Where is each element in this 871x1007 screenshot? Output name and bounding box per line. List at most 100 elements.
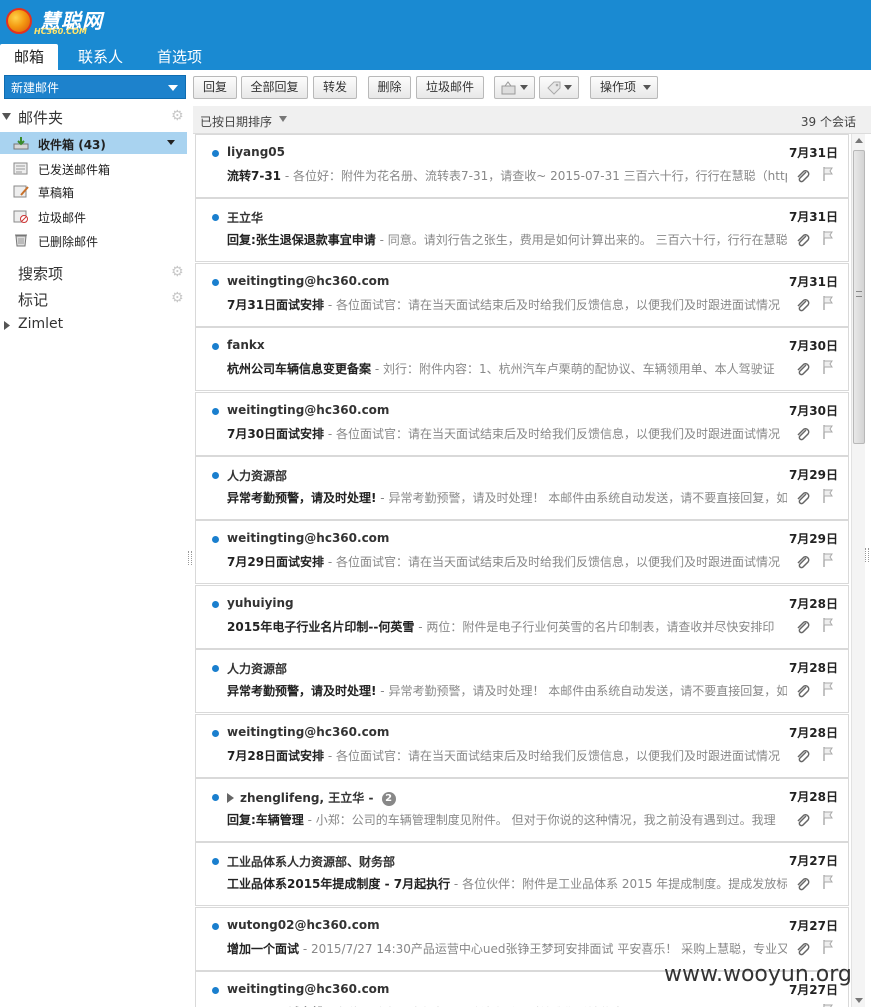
message-row[interactable]: weitingting@hc360.com 7月28日 7月28日面试安排 - 各位… bbox=[195, 714, 849, 778]
actions-button[interactable]: 操作项 bbox=[590, 76, 658, 99]
tag-button[interactable] bbox=[539, 76, 579, 99]
forward-button[interactable]: 转发 bbox=[313, 76, 357, 99]
flag-icon[interactable] bbox=[821, 230, 835, 246]
flag-icon[interactable] bbox=[821, 617, 835, 633]
unread-dot-icon[interactable] bbox=[212, 214, 219, 221]
message-from: weitingting@hc360.com bbox=[227, 274, 389, 288]
delete-button[interactable]: 删除 bbox=[368, 76, 411, 99]
unread-dot-icon[interactable] bbox=[212, 987, 219, 994]
flag-icon[interactable] bbox=[821, 359, 835, 375]
reply-button[interactable]: 回复 bbox=[193, 76, 237, 99]
unread-dot-icon[interactable] bbox=[212, 279, 219, 286]
thread-expand-icon[interactable] bbox=[227, 793, 234, 803]
scrollbar-thumb[interactable] bbox=[853, 150, 865, 444]
flag-icon[interactable] bbox=[821, 166, 835, 182]
folder-inbox[interactable]: 收件箱 (43) bbox=[0, 132, 187, 154]
folder-junk-label: 垃圾邮件 bbox=[38, 211, 87, 225]
reply-all-button[interactable]: 全部回复 bbox=[241, 76, 308, 99]
folders-section-header[interactable]: 邮件夹 ⚙ bbox=[0, 106, 187, 128]
spam-button[interactable]: 垃圾邮件 bbox=[416, 76, 484, 99]
app-tabs: 邮箱 联系人 首选项 bbox=[0, 44, 222, 70]
search-section-header[interactable]: 搜索项 ⚙ bbox=[0, 262, 187, 284]
zimlet-title: Zimlet bbox=[18, 316, 64, 332]
scroll-down-icon[interactable] bbox=[855, 998, 863, 1003]
unread-dot-icon[interactable] bbox=[212, 665, 219, 672]
attachment-clip-icon bbox=[797, 750, 810, 763]
flag-icon[interactable] bbox=[821, 681, 835, 697]
message-row[interactable]: liyang05 7月31日 流转7-31 - 各位好：附件为花名册、流转表7-31… bbox=[195, 134, 849, 198]
message-date: 7月28日 bbox=[788, 661, 838, 675]
message-row[interactable]: 人力资源部 7月28日 异常考勤预警，请及时处理! - 异常考勤预警，请及时处理！ … bbox=[195, 649, 849, 713]
tab-contacts[interactable]: 联系人 bbox=[64, 44, 137, 70]
message-row[interactable]: weitingting@hc360.com 7月31日 7月31日面试安排 - 各位… bbox=[195, 263, 849, 327]
message-row[interactable]: weitingting@hc360.com 7月29日 7月29日面试安排 - 各位… bbox=[195, 520, 849, 584]
expand-triangle-icon[interactable] bbox=[2, 321, 12, 331]
message-subject: 7月28日面试安排 bbox=[227, 749, 325, 763]
folders-gear-icon[interactable]: ⚙ bbox=[171, 109, 185, 123]
collapse-triangle-icon[interactable] bbox=[2, 112, 12, 122]
sort-arrow-icon[interactable] bbox=[279, 116, 287, 122]
unread-dot-icon[interactable] bbox=[212, 408, 219, 415]
folder-trash[interactable]: 已删除邮件 bbox=[0, 229, 187, 251]
unread-dot-icon[interactable] bbox=[212, 536, 219, 543]
hc360-logo[interactable]: 慧聪网 HC360.COM bbox=[4, 2, 114, 38]
message-summary: 7月28日面试安排 - 各位面试官：请在当天面试结束后及时给我们反馈信息，以便我… bbox=[227, 749, 781, 763]
tags-section-header[interactable]: 标记 ⚙ bbox=[0, 288, 187, 310]
message-row[interactable]: 人力资源部 7月29日 异常考勤预警，请及时处理! - 异常考勤预警，请及时处理！ … bbox=[195, 456, 849, 520]
message-fragment: 各位伙伴：附件是工业品体系 2015 年提成制度。提成发放标 bbox=[462, 877, 787, 891]
actions-dropdown-icon bbox=[643, 85, 651, 90]
message-row[interactable]: yuhuiying 7月28日 2015年电子行业名片印制--何英雪 - 两位：附件… bbox=[195, 585, 849, 649]
tags-gear-icon[interactable]: ⚙ bbox=[171, 291, 185, 305]
message-summary: 异常考勤预警，请及时处理! - 异常考勤预警，请及时处理！ 本邮件由系统自动发送… bbox=[227, 489, 787, 507]
message-row[interactable]: zhenglifeng, 王立华 - 2 7月28日 回复:车辆管理 - 小郑：公司… bbox=[195, 778, 849, 842]
unread-dot-icon[interactable] bbox=[212, 601, 219, 608]
splitter-grip-icon[interactable] bbox=[188, 551, 192, 565]
flag-icon[interactable] bbox=[821, 874, 835, 890]
unread-dot-icon[interactable] bbox=[212, 150, 219, 157]
attachment-clip-icon bbox=[797, 814, 810, 827]
sort-by-date-label[interactable]: 已按日期排序 bbox=[200, 113, 272, 130]
unread-dot-icon[interactable] bbox=[212, 730, 219, 737]
scroll-up-icon[interactable] bbox=[855, 138, 863, 143]
unread-dot-icon[interactable] bbox=[212, 923, 219, 930]
unread-dot-icon[interactable] bbox=[212, 472, 219, 479]
message-row[interactable]: 王立华 7月31日 回复:张生退保退款事宜申请 - 同意。请刘行告之张生，费用是如何… bbox=[195, 198, 849, 262]
unread-dot-icon[interactable] bbox=[212, 794, 219, 801]
flag-icon[interactable] bbox=[821, 295, 835, 311]
flag-icon[interactable] bbox=[821, 424, 835, 440]
message-fragment: 各位好：附件为花名册、流转表7-31，请查收~ 2015-07-31 三百六十行… bbox=[293, 169, 787, 183]
attachment-clip-icon bbox=[797, 943, 810, 956]
folder-drafts[interactable]: 草稿箱 bbox=[0, 180, 187, 202]
flag-icon[interactable] bbox=[821, 810, 835, 826]
conversation-count: 39 个会话 bbox=[800, 115, 856, 129]
list-scrollbar[interactable] bbox=[851, 134, 865, 1007]
flag-icon[interactable] bbox=[821, 552, 835, 568]
tab-mail[interactable]: 邮箱 bbox=[0, 44, 59, 70]
message-row[interactable]: fankx 7月30日 杭州公司车辆信息变更备案 - 刘行：附件内容：1、杭州汽车卢… bbox=[195, 327, 849, 391]
folder-sent[interactable]: 已发送邮件箱 bbox=[0, 157, 187, 179]
message-sender: 人力资源部 bbox=[227, 662, 288, 676]
top-header: 慧聪网 HC360.COM 邮箱 联系人 首选项 bbox=[0, 0, 871, 70]
message-summary: 回复:张生退保退款事宜申请 - 同意。请刘行告之张生，费用是如何计算出来的。 三… bbox=[227, 233, 787, 247]
message-sender: 工业品体系人力资源部、财务部 bbox=[227, 855, 396, 869]
sent-icon bbox=[13, 162, 28, 175]
message-fragment: 同意。请刘行告之张生，费用是如何计算出来的。 三百六十行，行行在慧聪 bbox=[387, 233, 787, 247]
folder-junk[interactable]: 垃圾邮件 bbox=[0, 205, 187, 227]
message-row[interactable]: 工业品体系人力资源部、财务部 7月27日 工业品体系2015年提成制度 - 7月起执… bbox=[195, 842, 849, 906]
message-row[interactable]: weitingting@hc360.com 7月30日 7月30日面试安排 - 各位… bbox=[195, 392, 849, 456]
new-mail-dropdown-icon[interactable] bbox=[168, 85, 178, 91]
search-gear-icon[interactable]: ⚙ bbox=[171, 265, 185, 279]
inbox-menu-caret-icon[interactable] bbox=[167, 140, 175, 145]
move-button[interactable] bbox=[494, 76, 535, 99]
new-mail-button[interactable]: 新建邮件 bbox=[4, 75, 186, 99]
flag-icon[interactable] bbox=[821, 746, 835, 762]
unread-dot-icon[interactable] bbox=[212, 343, 219, 350]
flag-icon[interactable] bbox=[821, 488, 835, 504]
unread-dot-icon[interactable] bbox=[212, 858, 219, 865]
tab-preferences[interactable]: 首选项 bbox=[143, 44, 216, 70]
right-splitter-grip-icon[interactable] bbox=[865, 548, 869, 562]
flag-icon[interactable] bbox=[821, 939, 835, 955]
zimlet-section-header[interactable]: Zimlet bbox=[0, 315, 187, 337]
folder-drafts-label: 草稿箱 bbox=[38, 186, 75, 200]
flag-icon[interactable] bbox=[821, 1003, 835, 1007]
